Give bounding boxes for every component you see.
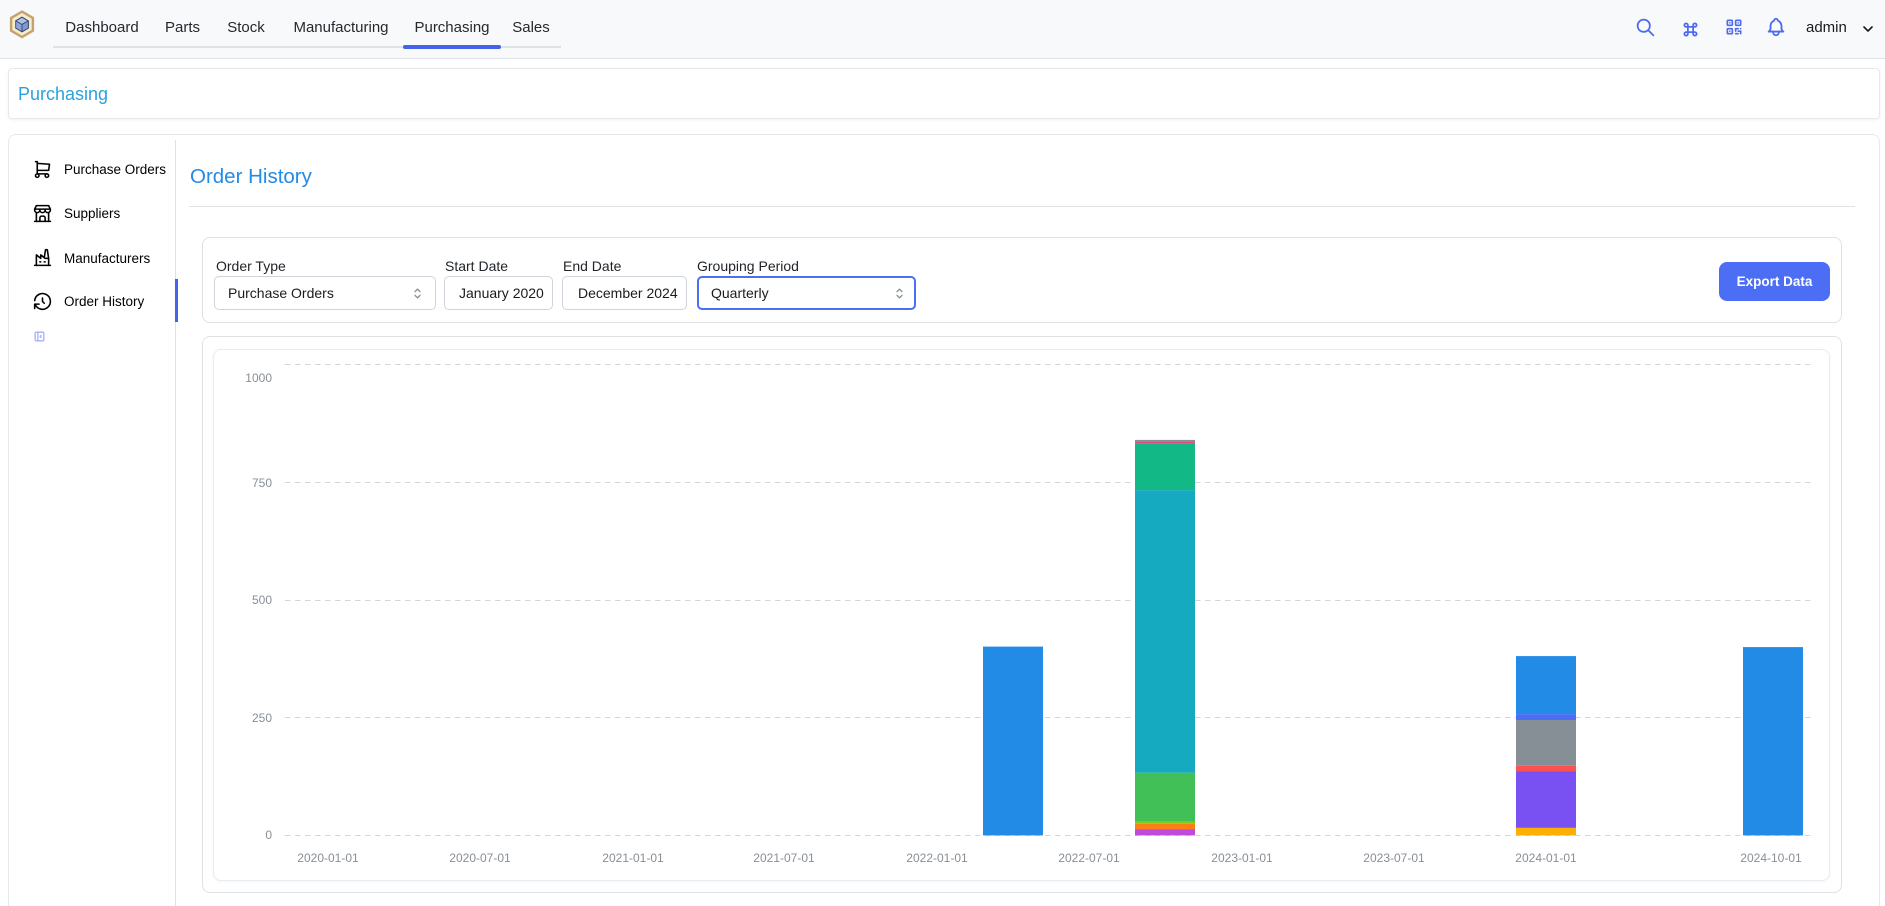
svg-text:2021-07-01: 2021-07-01 — [753, 851, 815, 865]
svg-text:750: 750 — [252, 476, 272, 490]
svg-text:250: 250 — [252, 711, 272, 725]
svg-text:500: 500 — [252, 593, 272, 607]
svg-text:2020-07-01: 2020-07-01 — [449, 851, 511, 865]
svg-text:2021-01-01: 2021-01-01 — [602, 851, 664, 865]
svg-text:2022-07-01: 2022-07-01 — [1058, 851, 1120, 865]
svg-text:2020-01-01: 2020-01-01 — [297, 851, 359, 865]
svg-text:2023-07-01: 2023-07-01 — [1363, 851, 1425, 865]
svg-text:2024-10-01: 2024-10-01 — [1740, 851, 1802, 865]
svg-text:2024-01-01: 2024-01-01 — [1515, 851, 1577, 865]
svg-text:0: 0 — [265, 828, 272, 842]
svg-text:2022-01-01: 2022-01-01 — [906, 851, 968, 865]
svg-text:2023-01-01: 2023-01-01 — [1211, 851, 1273, 865]
svg-text:1000: 1000 — [245, 371, 272, 385]
